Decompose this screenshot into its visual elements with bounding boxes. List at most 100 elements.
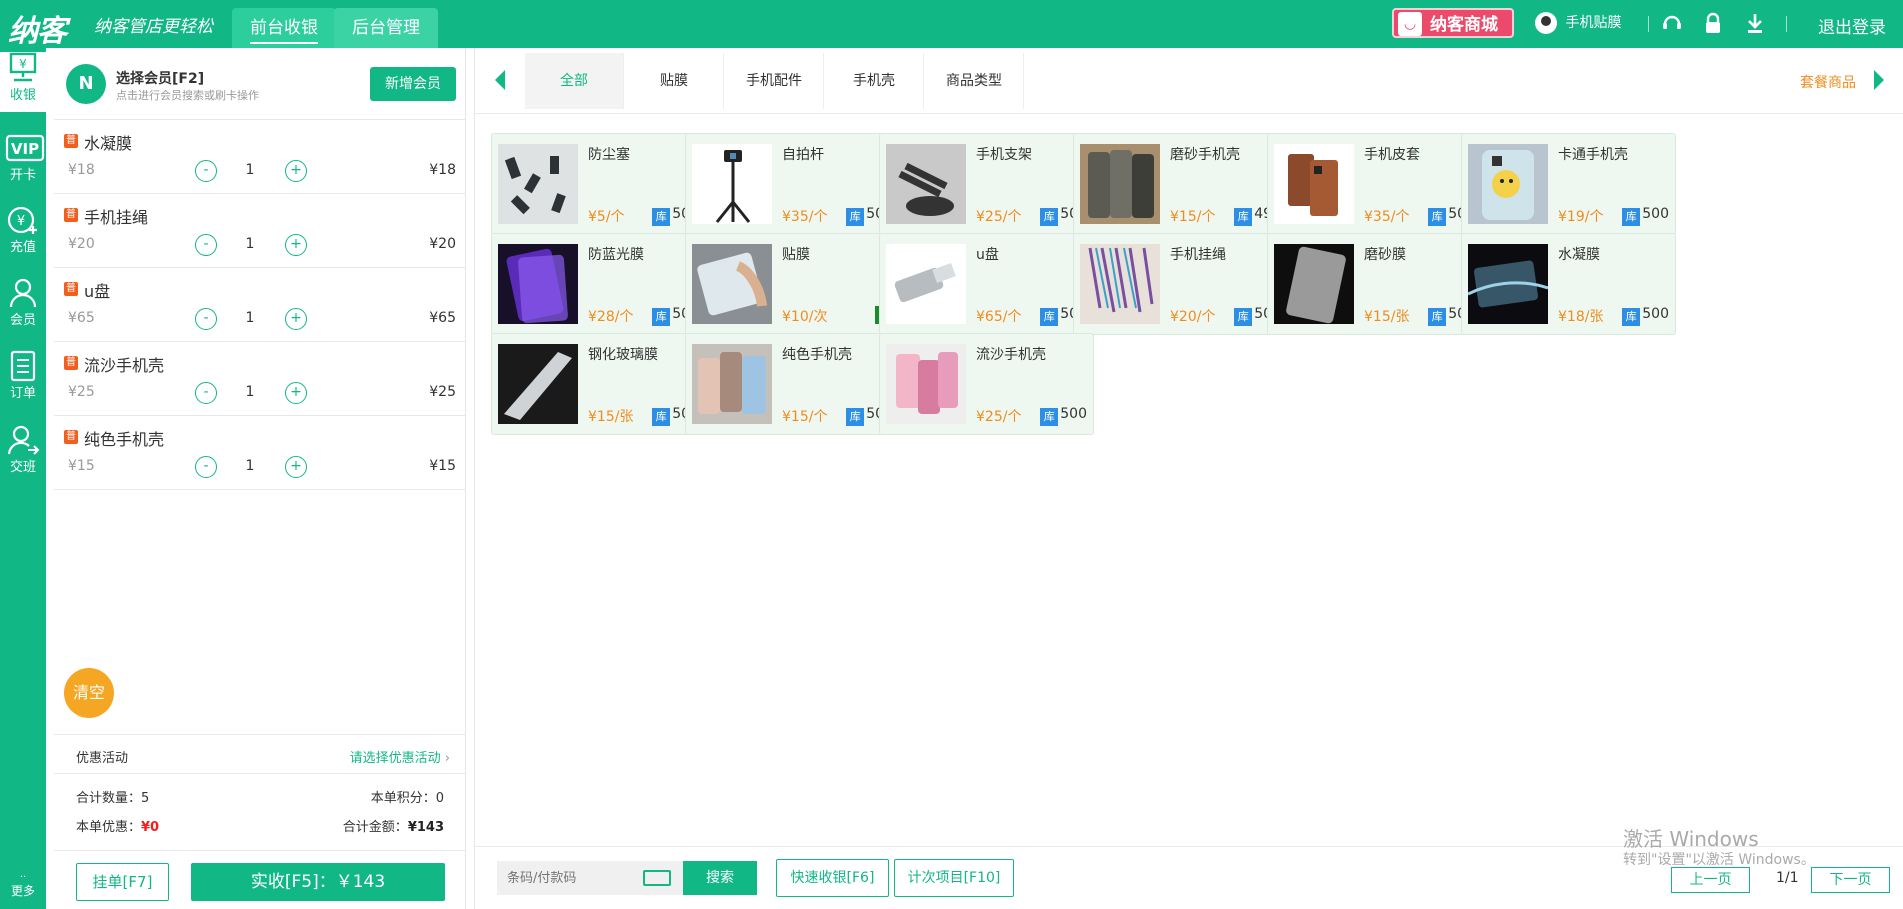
product-name: u盘 xyxy=(976,247,999,263)
product-card[interactable]: 手机皮套¥35/个库500 xyxy=(1267,133,1482,235)
order-points: 本单积分：0 xyxy=(370,791,444,806)
promotion-select[interactable]: 请选择优惠活动 › xyxy=(350,747,450,766)
cart-item-qty[interactable]: 1 xyxy=(240,458,260,474)
support-icon[interactable] xyxy=(1660,12,1684,36)
stock-badge: 库 xyxy=(1622,208,1641,226)
arrow-right-icon[interactable] xyxy=(1874,70,1884,90)
keyboard-icon[interactable] xyxy=(643,870,671,886)
cart-item-subtotal: ¥65 xyxy=(429,310,456,326)
product-card[interactable]: u盘¥65/个库500 xyxy=(879,233,1094,335)
increase-button[interactable]: + xyxy=(285,160,307,182)
next-page-button[interactable]: 下一页 xyxy=(1811,867,1890,893)
cart-item-qty[interactable]: 1 xyxy=(240,236,260,252)
search-button[interactable]: 搜索 xyxy=(683,861,757,895)
regular-badge: 普 xyxy=(64,356,78,370)
stock-badge: 库 xyxy=(1234,208,1253,226)
cart-item-qty[interactable]: 1 xyxy=(240,162,260,178)
product-image xyxy=(1274,144,1354,224)
decrease-button[interactable]: - xyxy=(195,382,217,404)
combo-products-link[interactable]: 套餐商品 xyxy=(1800,72,1856,92)
product-price: ¥19/个 xyxy=(1558,209,1604,225)
category-tab[interactable]: 贴膜 xyxy=(625,53,724,109)
tab-front-cashier[interactable]: 前台收银 xyxy=(232,8,336,48)
increase-button[interactable]: + xyxy=(285,456,307,478)
regular-badge: 普 xyxy=(64,134,78,148)
stock-badge: 库 xyxy=(652,408,671,426)
tab-backend-management[interactable]: 后台管理 xyxy=(334,8,438,48)
product-price: ¥35/个 xyxy=(782,209,828,225)
cart-summary: 合计数量：5 本单积分：0 本单优惠：¥0 合计金额：¥143 xyxy=(54,774,466,850)
quick-checkout-button[interactable]: 快速收银[F6] xyxy=(776,859,889,897)
member-title: 选择会员[F2] xyxy=(116,71,205,87)
product-card[interactable]: 钢化玻璃膜¥15/张库500 xyxy=(491,333,706,435)
product-card[interactable]: 卡通手机壳 ¥19/个 库 500 xyxy=(1461,133,1676,235)
nav-item-handover[interactable]: 交班 xyxy=(0,424,46,475)
decrease-button[interactable]: - xyxy=(195,308,217,330)
member-subtitle: 点击进行会员搜索或刷卡操作 xyxy=(116,89,259,102)
product-card[interactable]: 纯色手机壳¥15/个库500 xyxy=(685,333,900,435)
decrease-button[interactable]: - xyxy=(195,160,217,182)
order-icon xyxy=(5,350,41,382)
decrease-button[interactable]: - xyxy=(195,234,217,256)
nav-item-open-card[interactable]: VIP 开卡 xyxy=(0,132,46,183)
product-price: ¥65/个 xyxy=(976,309,1022,325)
product-card[interactable]: 磨砂手机壳¥15/个库499 xyxy=(1073,133,1288,235)
prev-page-button[interactable]: 上一页 xyxy=(1671,867,1750,893)
top-bar: 纳客 纳客管店更轻松 前台收银 后台管理 ◡ 纳客商城 手机贴膜 退出登录 xyxy=(0,0,1903,49)
stock-badge: 库 xyxy=(846,208,865,226)
add-member-button[interactable]: 新增会员 xyxy=(370,67,456,101)
category-tab[interactable]: 手机壳 xyxy=(825,53,924,109)
product-image xyxy=(886,144,966,224)
shopping-bag-icon: ◡ xyxy=(1398,12,1422,36)
pay-button[interactable]: 实收[F5]：￥143 xyxy=(191,863,445,901)
cart-item-subtotal: ¥25 xyxy=(429,384,456,400)
product-card[interactable]: 防尘塞¥5/个库500 xyxy=(491,133,706,235)
nav-item-recharge[interactable]: ¥ 充值 xyxy=(0,204,46,255)
member-card-icon: N xyxy=(66,64,106,104)
cart-item-qty[interactable]: 1 xyxy=(240,310,260,326)
promotion-row[interactable]: 优惠活动 请选择优惠活动 › xyxy=(54,734,466,774)
product-card[interactable]: 手机支架¥25/个库500 xyxy=(879,133,1094,235)
cart-item-price: ¥25 xyxy=(68,384,95,400)
increase-button[interactable]: + xyxy=(285,234,307,256)
product-card[interactable]: 水凝膜 ¥18/张 库 500 xyxy=(1461,233,1676,335)
product-card[interactable]: 磨砂膜¥15/张库500 xyxy=(1267,233,1482,335)
stock-badge: 库 xyxy=(846,408,865,426)
product-image xyxy=(498,344,578,424)
timed-items-button[interactable]: 计次项目[F10] xyxy=(894,859,1014,897)
hang-order-button[interactable]: 挂单[F7] xyxy=(76,863,169,901)
product-card[interactable]: 流沙手机壳 ¥25/个 库 500 xyxy=(879,333,1094,435)
category-tab[interactable]: 全部 xyxy=(525,53,624,109)
product-card[interactable]: 防蓝光膜¥28/个库500 xyxy=(491,233,706,335)
mall-button[interactable]: ◡ 纳客商城 xyxy=(1392,8,1514,38)
decrease-button[interactable]: - xyxy=(195,456,217,478)
nav-more[interactable]: ·· 更多 xyxy=(0,873,46,899)
logout-button[interactable]: 退出登录 xyxy=(1818,13,1886,38)
nav-item-cashier[interactable]: ¥ 收银 xyxy=(0,52,46,112)
product-name: 手机支架 xyxy=(976,147,1032,163)
product-image xyxy=(886,244,966,324)
cart-item-subtotal: ¥15 xyxy=(429,458,456,474)
category-tab[interactable]: 商品类型 xyxy=(925,53,1024,109)
handover-icon xyxy=(5,424,41,456)
nav-item-member[interactable]: 会员 xyxy=(0,277,46,328)
increase-button[interactable]: + xyxy=(285,382,307,404)
download-icon[interactable] xyxy=(1743,12,1767,36)
cart-item-qty[interactable]: 1 xyxy=(240,384,260,400)
product-image xyxy=(692,344,772,424)
product-price: ¥25/个 xyxy=(976,209,1022,225)
product-card[interactable]: 自拍杆¥35/个库500 xyxy=(685,133,900,235)
member-selector[interactable]: N 选择会员[F2] 点击进行会员搜索或刷卡操作 新增会员 xyxy=(54,48,466,120)
user-menu[interactable]: 手机贴膜 xyxy=(1535,12,1621,34)
product-card[interactable]: 手机挂绳¥20/个库500 xyxy=(1073,233,1288,335)
arrow-left-icon[interactable] xyxy=(495,70,505,90)
nav-item-order[interactable]: 订单 xyxy=(0,350,46,401)
product-name: 手机挂绳 xyxy=(1170,247,1226,263)
lock-icon[interactable] xyxy=(1701,12,1725,36)
increase-button[interactable]: + xyxy=(285,308,307,330)
avatar xyxy=(1535,12,1557,34)
clear-cart-button[interactable]: 清空 xyxy=(64,668,114,718)
cart-item-name: 水凝膜 xyxy=(84,134,133,153)
category-tab[interactable]: 手机配件 xyxy=(725,53,824,109)
product-card[interactable]: 贴膜¥10/次服 xyxy=(685,233,900,335)
